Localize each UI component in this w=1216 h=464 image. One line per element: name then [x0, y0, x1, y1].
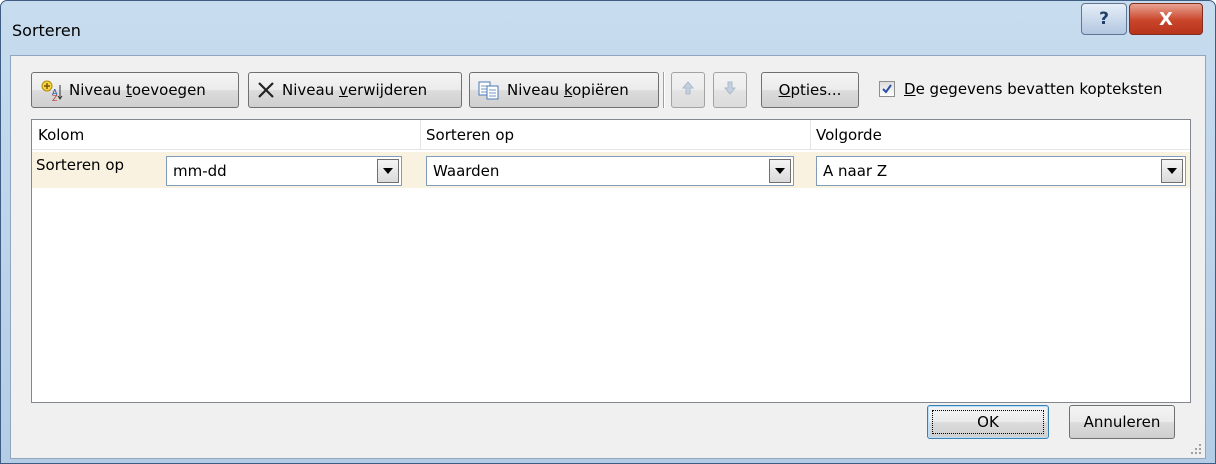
- cancel-label: Annuleren: [1083, 413, 1161, 431]
- order-select-value: A naar Z: [823, 162, 888, 180]
- options-button[interactable]: Opties...: [761, 72, 859, 108]
- checkmark-icon: [882, 84, 892, 94]
- dialog-title: Sorteren: [12, 21, 81, 40]
- ok-label: OK: [977, 413, 999, 431]
- ok-focus-rect: OK: [932, 410, 1044, 434]
- header-column: Kolom: [38, 126, 85, 144]
- header-divider: [810, 120, 811, 150]
- cancel-button[interactable]: Annuleren: [1069, 405, 1175, 439]
- help-icon: ?: [1099, 9, 1109, 29]
- add-level-button[interactable]: A Z Niveau toevoegen: [31, 72, 239, 108]
- delete-level-label: Niveau verwijderen: [282, 81, 428, 99]
- svg-text:Z: Z: [52, 94, 58, 101]
- order-dropdown-button[interactable]: [1161, 159, 1183, 183]
- add-level-icon: A Z: [39, 79, 63, 101]
- toolbar-separator: [663, 72, 665, 108]
- sort-levels-grid: Kolom Sorteren op Volgorde Sorteren op m…: [31, 119, 1191, 403]
- sort-dialog: Sorteren ? X A Z Niveau toevoegen Niveau…: [0, 0, 1216, 464]
- add-level-label: Niveau toevoegen: [69, 81, 206, 99]
- move-up-button[interactable]: [671, 72, 705, 108]
- copy-level-button[interactable]: Niveau kopiëren: [469, 72, 659, 108]
- copy-icon: [477, 80, 501, 100]
- headers-checkbox-label: De gegevens bevatten kopteksten: [904, 80, 1163, 98]
- sort-on-dropdown-button[interactable]: [769, 159, 791, 183]
- column-select[interactable]: mm-dd: [166, 156, 402, 186]
- column-dropdown-button[interactable]: [377, 159, 399, 183]
- delete-level-button[interactable]: Niveau verwijderen: [248, 72, 462, 108]
- ok-button[interactable]: OK: [927, 405, 1049, 439]
- sort-on-select-value: Waarden: [433, 162, 500, 180]
- order-select[interactable]: A naar Z: [816, 156, 1186, 186]
- row-label: Sorteren op: [36, 156, 125, 174]
- options-label: Opties...: [778, 81, 842, 99]
- arrow-down-icon: [723, 80, 737, 100]
- move-down-button[interactable]: [713, 72, 747, 108]
- sort-on-select[interactable]: Waarden: [426, 156, 794, 186]
- delete-icon: [256, 80, 276, 100]
- headers-checkbox-group[interactable]: De gegevens bevatten kopteksten: [879, 80, 1162, 98]
- chevron-down-icon: [383, 168, 393, 174]
- close-icon: X: [1159, 8, 1173, 30]
- chevron-down-icon: [1167, 168, 1177, 174]
- sort-level-row[interactable]: Sorteren op mm-dd Waarden A naar Z: [32, 152, 1190, 188]
- column-select-value: mm-dd: [173, 162, 227, 180]
- close-button[interactable]: X: [1129, 3, 1203, 35]
- copy-level-label: Niveau kopiëren: [507, 81, 629, 99]
- title-bar[interactable]: Sorteren ? X: [1, 1, 1215, 59]
- header-order: Volgorde: [816, 126, 882, 144]
- resize-grip-icon[interactable]: [1189, 442, 1203, 456]
- header-divider: [420, 120, 421, 150]
- help-button[interactable]: ?: [1081, 3, 1127, 35]
- dialog-body: A Z Niveau toevoegen Niveau verwijderen: [10, 55, 1206, 459]
- headers-checkbox[interactable]: [879, 81, 895, 97]
- grid-header: Kolom Sorteren op Volgorde: [32, 120, 1190, 150]
- arrow-up-icon: [681, 80, 695, 100]
- chevron-down-icon: [775, 168, 785, 174]
- header-sort-on: Sorteren op: [426, 126, 515, 144]
